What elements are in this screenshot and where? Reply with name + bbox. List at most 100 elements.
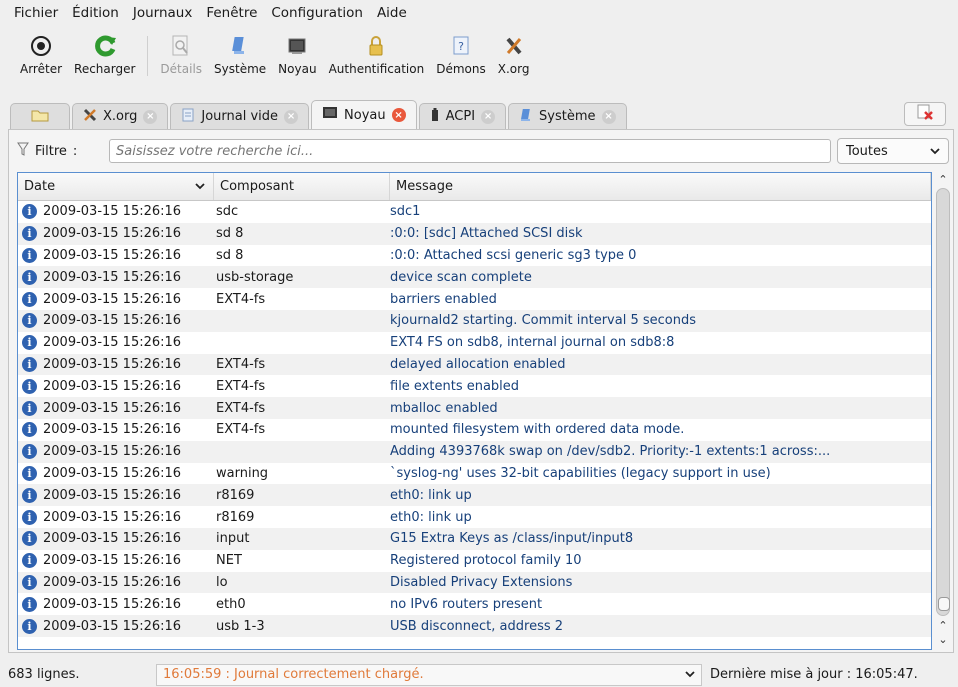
date-text: 2009-03-15 15:26:16 xyxy=(43,553,182,569)
table-row[interactable]: i 2009-03-15 15:26:16 EXT4-fs barriers enab… xyxy=(18,288,931,310)
tab-journal-vide[interactable]: Journal vide × xyxy=(170,103,310,129)
tab-noyau[interactable]: Noyau × xyxy=(311,100,417,129)
date-cell: i 2009-03-15 15:26:16 xyxy=(18,465,214,481)
details-button[interactable]: Détails xyxy=(154,28,208,88)
table-row[interactable]: i 2009-03-15 15:26:16 r8169 eth0: link up xyxy=(18,484,931,507)
table-row[interactable]: i 2009-03-15 15:26:16 usb 1-3 USB disconnec… xyxy=(18,615,931,637)
table-row[interactable]: i 2009-03-15 15:26:16 EXT4 FS on sdb8, int… xyxy=(18,332,931,354)
table-row[interactable]: i 2009-03-15 15:26:16 warning `syslog-ng' u… xyxy=(18,463,931,485)
scroll-thumb[interactable] xyxy=(938,597,950,611)
table-row[interactable]: i 2009-03-15 15:26:16 lo Disabled Privacy E… xyxy=(18,571,931,594)
table-row[interactable]: i 2009-03-15 15:26:16 EXT4-fs delayed alloc… xyxy=(18,353,931,376)
date-cell: i 2009-03-15 15:26:16 xyxy=(18,335,214,351)
tab-xorg[interactable]: X.org × xyxy=(72,103,169,129)
vertical-scrollbar[interactable]: ⌃ ⌃ ⌄ xyxy=(935,172,951,650)
column-header-date[interactable]: Date xyxy=(18,173,214,200)
column-header-component[interactable]: Composant xyxy=(214,173,390,200)
date-text: 2009-03-15 15:26:16 xyxy=(43,618,182,634)
table-row[interactable]: i 2009-03-15 15:26:16 sd 8:0:0: Attached s… xyxy=(18,245,931,267)
xorg-label: X.org xyxy=(497,62,530,76)
new-tab-button[interactable] xyxy=(10,103,70,129)
daemons-log-button[interactable]: ? Démons xyxy=(430,28,492,88)
system-log-button[interactable]: Système xyxy=(208,28,272,88)
xorg-log-button[interactable]: X.org xyxy=(492,28,536,88)
info-icon: i xyxy=(22,291,37,307)
table-body: i 2009-03-15 15:26:16 sdc sdc1 i 2009-03-15 1… xyxy=(18,201,931,637)
stop-icon xyxy=(29,34,53,58)
date-text: 2009-03-15 15:26:16 xyxy=(43,509,182,525)
component-cell: sd 8 xyxy=(216,226,244,242)
menu-edition[interactable]: Édition xyxy=(72,5,119,21)
component-cell: EXT4-fs xyxy=(216,378,266,394)
close-icon[interactable]: × xyxy=(143,109,158,124)
search-input[interactable] xyxy=(109,139,831,163)
table-row[interactable]: i 2009-03-15 15:26:16 sdc sdc1 xyxy=(18,201,931,223)
auth-label: Authentification xyxy=(328,62,425,76)
close-icon[interactable]: × xyxy=(391,108,406,122)
component-cell: EXT4-fs xyxy=(216,422,266,438)
stop-label: Arrêter xyxy=(20,62,63,76)
table-header: Date Composant Message xyxy=(18,173,931,201)
scroll-track[interactable] xyxy=(936,188,950,616)
kernel-log-button[interactable]: Noyau xyxy=(272,28,322,88)
menu-configuration[interactable]: Configuration xyxy=(271,5,363,21)
scroll-up-icon[interactable]: ⌃ xyxy=(935,172,951,186)
message-cell: mounted filesystem with ordered data mod… xyxy=(390,422,685,438)
date-text: 2009-03-15 15:26:16 xyxy=(43,269,182,285)
filter-scope-select[interactable]: Toutes xyxy=(837,138,949,164)
component-cell: warning xyxy=(216,465,269,481)
column-header-message[interactable]: Message xyxy=(390,173,931,200)
table-row[interactable]: i 2009-03-15 15:26:16 EXT4-fs mounted files… xyxy=(18,419,931,441)
message-cell: :0:0: [sdc] Attached SCSI disk xyxy=(390,226,583,242)
tab-systeme[interactable]: Système × xyxy=(508,103,627,129)
close-icon[interactable]: × xyxy=(481,109,496,124)
menu-fenetre[interactable]: Fenêtre xyxy=(206,5,257,21)
message-cell: barriers enabled xyxy=(390,291,497,307)
scroll-down-icon[interactable]: ⌄ xyxy=(935,632,951,646)
lock-icon xyxy=(364,34,388,58)
scroll-up-small-icon[interactable]: ⌃ xyxy=(935,618,951,632)
column-label: Date xyxy=(24,179,56,194)
date-text: 2009-03-15 15:26:16 xyxy=(43,487,182,503)
new-tab-icon xyxy=(31,108,49,126)
menu-fichier[interactable]: Fichier xyxy=(14,5,58,21)
table-row[interactable]: i 2009-03-15 15:26:16 eth0 no IPv6 routers … xyxy=(18,593,931,615)
date-text: 2009-03-15 15:26:16 xyxy=(43,204,182,220)
daemons-label: Démons xyxy=(436,62,486,76)
filter-separator: : xyxy=(72,143,78,159)
date-text: 2009-03-15 15:26:16 xyxy=(43,465,182,481)
info-icon: i xyxy=(22,553,37,569)
table-row[interactable]: i 2009-03-15 15:26:16 EXT4-fs mballoc enabl… xyxy=(18,397,931,419)
tab-acpi[interactable]: ACPI × xyxy=(418,103,507,129)
reload-button[interactable]: Recharger xyxy=(68,28,141,88)
date-text: 2009-03-15 15:26:16 xyxy=(43,291,182,307)
table-row[interactable]: i 2009-03-15 15:26:16 EXT4-fs file extents … xyxy=(18,375,931,397)
table-row[interactable]: i 2009-03-15 15:26:16 Adding 4393768k swap… xyxy=(18,440,931,463)
table-row[interactable]: i 2009-03-15 15:26:16 input G15 Extra Keys … xyxy=(18,527,931,550)
stop-button[interactable]: Arrêter xyxy=(14,28,68,88)
info-icon: i xyxy=(22,531,37,547)
date-cell: i 2009-03-15 15:26:16 xyxy=(18,422,214,438)
remove-tab-icon xyxy=(916,104,934,124)
table-row[interactable]: i 2009-03-15 15:26:16 usb-storage device sc… xyxy=(18,266,931,289)
table-row[interactable]: i 2009-03-15 15:26:16 kjournald2 starting.… xyxy=(18,309,931,332)
table-row[interactable]: i 2009-03-15 15:26:16 NET Registered protoc… xyxy=(18,550,931,572)
message-cell: eth0: link up xyxy=(390,487,472,503)
tab-label: X.org xyxy=(103,109,138,124)
reload-label: Recharger xyxy=(74,62,136,76)
close-icon[interactable]: × xyxy=(601,109,616,124)
message-cell: file extents enabled xyxy=(390,378,520,394)
table-row[interactable]: i 2009-03-15 15:26:16 sd 8:0:0: [sdc] Atta… xyxy=(18,222,931,245)
status-history-select[interactable]: 16:05:59 : Journal correctement chargé. xyxy=(156,663,702,686)
menu-aide[interactable]: Aide xyxy=(377,5,407,21)
info-icon: i xyxy=(22,509,37,525)
date-text: 2009-03-15 15:26:16 xyxy=(43,247,182,263)
table-row[interactable]: i 2009-03-15 15:26:16 r8169 eth0: link up xyxy=(18,506,931,528)
auth-log-button[interactable]: Authentification xyxy=(323,28,431,88)
close-tab-button[interactable] xyxy=(904,102,946,126)
details-icon xyxy=(169,34,193,58)
close-icon[interactable]: × xyxy=(284,109,299,124)
details-label: Détails xyxy=(160,62,203,76)
menu-journaux[interactable]: Journaux xyxy=(133,5,192,21)
component-cell: sdc xyxy=(216,204,239,220)
